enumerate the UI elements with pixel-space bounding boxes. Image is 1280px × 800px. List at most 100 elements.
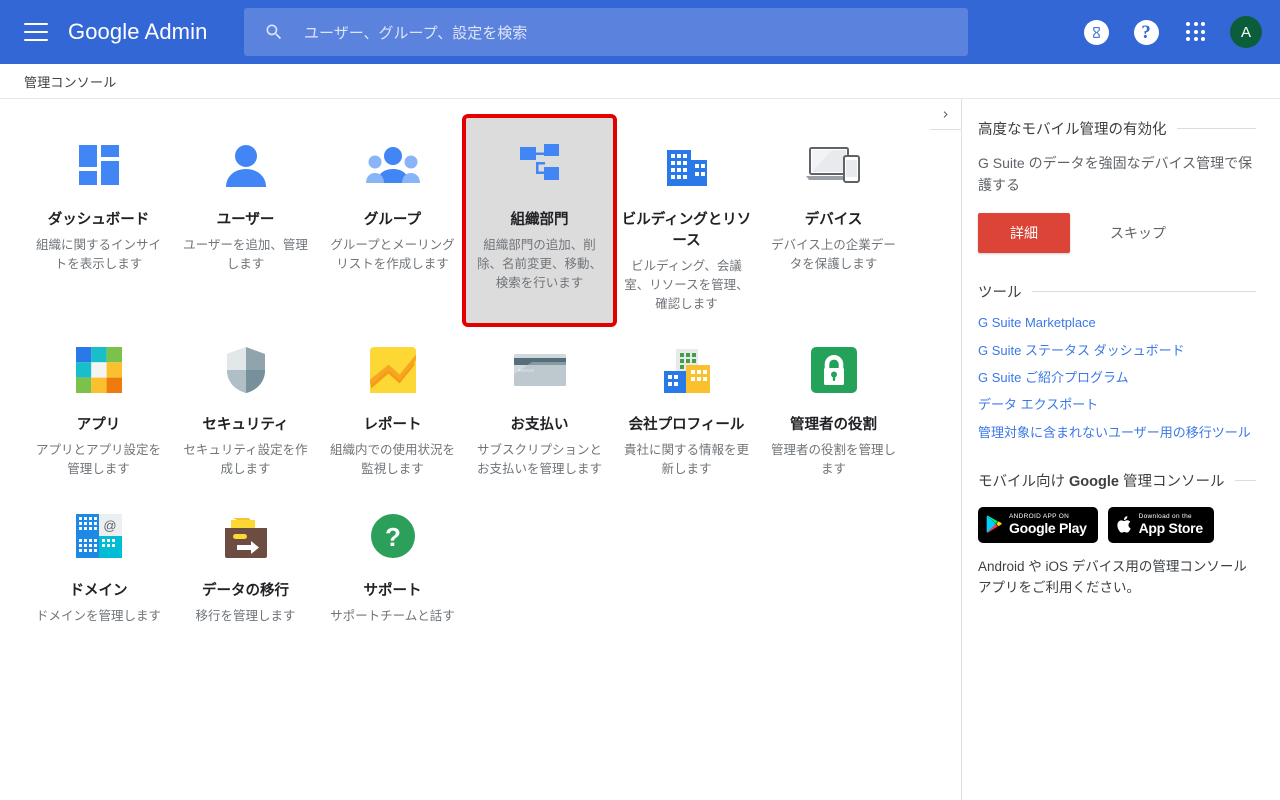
tools-heading: ツール (978, 285, 1022, 302)
google-play-label: ANDROID APP ON Google Play (1009, 513, 1087, 536)
card-description: ドメインを管理します (35, 608, 161, 623)
hamburger-icon[interactable] (24, 23, 48, 41)
company-profile-icon (619, 339, 754, 401)
tool-link[interactable]: G Suite ご紹介プログラム (978, 370, 1256, 385)
user-icon (178, 134, 313, 196)
admin-card-devices[interactable]: デバイス デバイス上の企業データを保護します (760, 118, 907, 323)
card-description: グループとメーリングリストを作成します (330, 238, 455, 271)
google-play-icon (986, 515, 1002, 534)
help-button[interactable]: ? (1126, 12, 1166, 52)
admin-card-grid: ダッシュボード 組織に関するインサイトを表示します ユーザー ユーザーを追加、管理しま… (25, 113, 935, 636)
admin-card-groups[interactable]: グループグループとメーリングリストを作成します (319, 118, 466, 323)
search-input[interactable]: ユーザー、グループ、設定を検索 (244, 8, 968, 56)
admin-card-domains[interactable]: @ ドメインドメインを管理します (25, 489, 172, 636)
card-description: サブスクリプションとお支払いを管理します (476, 443, 602, 477)
card-description: 移行を管理します (195, 608, 296, 623)
admin-card-billing-card[interactable]: お支払いサブスクリプションとお支払いを管理します (466, 323, 613, 489)
buildings-icon (619, 134, 754, 196)
mobile-heading: モバイル向け Google 管理コンソール (978, 473, 1225, 490)
card-title: デバイス (804, 212, 863, 228)
card-title: サポート (363, 582, 422, 599)
admin-card-user[interactable]: ユーザーユーザーを追加、管理します (172, 118, 319, 323)
billing-card-icon (472, 339, 607, 401)
trial-status-button[interactable] (1076, 12, 1116, 52)
promo-learn-more-button[interactable]: 詳細 (978, 213, 1070, 254)
apps-icon (31, 339, 166, 401)
domains-icon: @ (31, 505, 166, 567)
apps-launcher-button[interactable] (1176, 12, 1216, 52)
store-badges: ANDROID APP ON Google Play Download on t… (978, 506, 1256, 543)
chevron-right-icon (943, 110, 948, 118)
card-description: 管理者の役割を管理します (770, 443, 896, 477)
breadcrumb: 管理コンソール (0, 64, 1280, 99)
promo-actions: 詳細 スキップ (978, 213, 1256, 254)
card-description: 組織内での使用状況を監視します (329, 443, 455, 477)
avatar[interactable]: A (1230, 16, 1262, 48)
breadcrumb-item-console[interactable]: 管理コンソール (24, 72, 116, 91)
search-icon (264, 22, 284, 42)
promo-body: G Suite のデータを強固なデバイス管理で保護する (978, 155, 1253, 193)
mobile-heading-row: モバイル向け Google 管理コンソール (978, 470, 1256, 491)
admin-card-reports-chart[interactable]: レポート 組織内での使用状況を監視します (319, 323, 466, 489)
admin-card-data-migration[interactable]: データの移行 移行を管理します (172, 489, 319, 636)
devices-icon (766, 134, 901, 196)
reports-chart-icon (325, 339, 460, 401)
admin-card-org-units[interactable]: 組織部門組織部門の追加、削除、名前変更、移動、検索を行います (462, 113, 617, 328)
admin-card-admin-roles-lock[interactable]: 管理者の役割管理者の役割を管理します (760, 323, 907, 489)
admin-card-dashboard[interactable]: ダッシュボード組織に関するインサイトを表示します (25, 118, 172, 323)
app-store-badge[interactable]: Download on the App Store (1107, 506, 1214, 543)
admin-card-company-profile[interactable]: 会社プロフィール貴社に関する情報を更新します (613, 323, 760, 489)
svg-text:@: @ (103, 518, 116, 533)
tool-link[interactable]: 管理対象に含まれないユーザー用の移行ツール (978, 425, 1256, 440)
app-store-label: Download on the App Store (1138, 513, 1204, 536)
admin-card-security-shield[interactable]: セキュリティ セキュリティ設定を作成します (172, 323, 319, 489)
card-description: アプリとアプリ設定を管理します (35, 443, 161, 477)
hourglass-icon (1083, 19, 1109, 45)
apps-grid-icon (1186, 22, 1206, 42)
card-title: お支払い (510, 417, 569, 434)
svg-text:?: ? (385, 522, 401, 552)
dashboard-icon (31, 134, 166, 196)
apple-icon (1117, 516, 1131, 534)
admin-card-buildings[interactable]: ビルディングとリソースビルディング、会議室、リソースを管理、確認します (613, 118, 760, 323)
brand-admin: Admin (144, 19, 208, 44)
card-description: 組織部門の追加、削除、名前変更、移動、検索を行います (476, 238, 602, 290)
promo-heading: 高度なモバイル管理の有効化 (978, 122, 1167, 138)
brand-google: Google (68, 19, 140, 44)
card-title: 会社プロフィール (628, 417, 745, 434)
card-description: 貴社に関する情報を更新します (623, 443, 749, 477)
heading-rule (1031, 291, 1256, 293)
org-units-icon (472, 134, 607, 196)
mobile-note: Android や iOS デバイス用の管理コンソール アプリをご利用ください。 (978, 558, 1247, 595)
security-shield-icon (178, 339, 313, 401)
card-title: 管理者の役割 (790, 417, 877, 434)
card-title: 組織部門 (510, 212, 569, 228)
admin-card-support-question[interactable]: ? サポートサポートチームと話す (319, 489, 466, 636)
card-title: ダッシュボード (47, 212, 150, 228)
heading-rule (1234, 479, 1256, 481)
card-title: グループ (363, 212, 422, 228)
card-title: ビルディングとリソース (621, 212, 752, 250)
admin-card-apps[interactable]: アプリアプリとアプリ設定を管理します (25, 323, 172, 489)
card-title: ドメイン (69, 582, 128, 599)
help-icon: ? (1133, 19, 1159, 45)
card-description: ユーザーを追加、管理します (183, 238, 308, 271)
promo-skip-button[interactable]: スキップ (1092, 213, 1184, 253)
tool-link[interactable]: G Suite ステータス ダッシュボード (978, 343, 1256, 358)
tool-link[interactable]: G Suite Marketplace (978, 316, 1256, 331)
card-description: 組織に関するインサイトを表示します (35, 238, 161, 271)
header-actions: ? A (1076, 0, 1280, 64)
main-content: ダッシュボード 組織に関するインサイトを表示します ユーザー ユーザーを追加、管理しま… (0, 100, 962, 800)
data-migration-icon (178, 505, 313, 567)
google-play-badge[interactable]: ANDROID APP ON Google Play (978, 506, 1098, 543)
card-description: サポートチームと話す (330, 608, 455, 623)
promo-heading-row: 高度なモバイル管理の有効化 (978, 118, 1256, 139)
collapse-panel-button[interactable] (930, 99, 962, 130)
card-title: アプリ (76, 417, 121, 434)
card-title: ユーザー (216, 212, 275, 228)
tool-link[interactable]: データ エクスポート (978, 397, 1256, 412)
heading-rule (1176, 128, 1256, 129)
admin-roles-lock-icon (766, 339, 901, 401)
card-description: ビルディング、会議室、リソースを管理、確認します (624, 259, 749, 311)
card-title: データの移行 (202, 582, 289, 599)
